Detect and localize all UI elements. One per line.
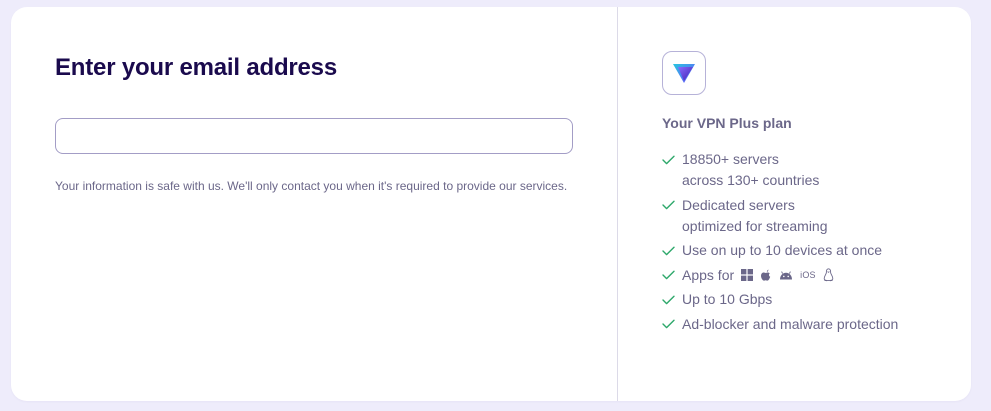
feature-line: Apps for [682, 266, 735, 283]
checkout-card: Enter your email address Your informatio… [11, 7, 971, 401]
feature-item-adblocker: Ad-blocker and malware protection [662, 314, 971, 335]
windows-icon [741, 269, 754, 281]
feature-line: optimized for streaming [682, 217, 828, 234]
apple-icon [760, 269, 772, 282]
feature-item-devices: Use on up to 10 devices at once [662, 240, 971, 261]
feature-text: Apps for iOS [682, 265, 834, 286]
vpn-logo [662, 51, 706, 95]
feature-line: across 130+ countries [682, 172, 820, 188]
feature-line: Use on up to 10 devices at once [682, 242, 883, 258]
android-icon [779, 270, 793, 280]
plan-summary-panel: Your VPN Plus plan 18850+ servers across… [618, 7, 971, 401]
feature-text: 18850+ servers across 130+ countries [682, 149, 819, 191]
check-icon [662, 149, 676, 170]
plan-title: Your VPN Plus plan [662, 115, 792, 131]
ios-icon: iOS [800, 269, 816, 280]
feature-text: Ad-blocker and malware protection [682, 314, 898, 335]
check-icon [662, 314, 676, 335]
page-title: Enter your email address [55, 54, 337, 81]
privacy-note: Your information is safe with us. We'll … [55, 179, 568, 193]
check-icon [662, 265, 676, 286]
email-form-panel: Enter your email address Your informatio… [11, 7, 617, 401]
feature-text: Use on up to 10 devices at once [682, 240, 882, 261]
check-icon [662, 240, 676, 261]
feature-item-streaming: Dedicated servers optimized for streamin… [662, 195, 971, 237]
feature-text: Up to 10 Gbps [682, 289, 772, 310]
feature-text: Dedicated servers optimized for streamin… [682, 195, 828, 237]
feature-line: Ad-blocker and malware protection [682, 315, 899, 332]
check-icon [662, 195, 676, 216]
feature-line: Up to 10 Gbps [682, 291, 773, 307]
feature-line: 18850+ servers [682, 151, 779, 167]
feature-item-apps: Apps for iOS [662, 265, 971, 286]
linux-icon [823, 268, 834, 282]
check-icon [662, 289, 676, 310]
feature-item-speed: Up to 10 Gbps [662, 289, 971, 310]
feature-list: 18850+ servers across 130+ countries Ded… [662, 149, 971, 335]
feature-line: Dedicated servers [682, 196, 795, 213]
feature-item-servers: 18850+ servers across 130+ countries [662, 149, 971, 191]
email-field[interactable] [55, 118, 573, 154]
vpn-shield-logo-icon [673, 64, 695, 83]
